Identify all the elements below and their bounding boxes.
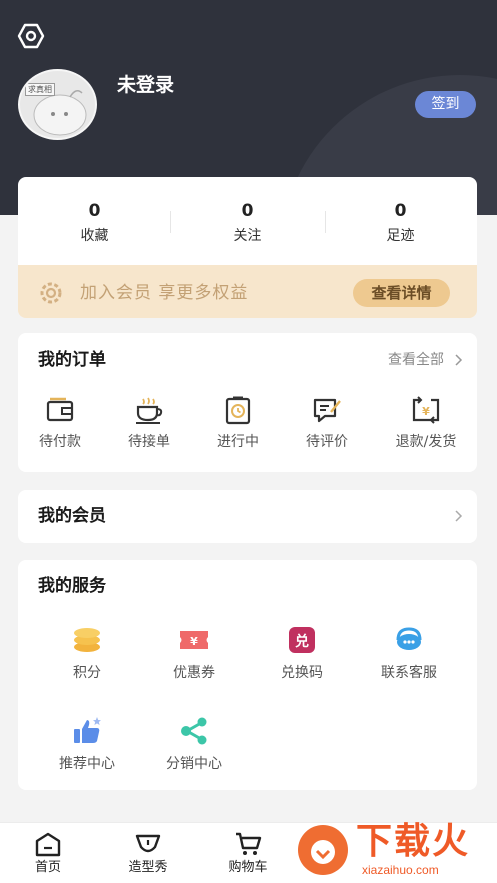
service-label: 分销中心: [166, 756, 222, 772]
membership-title: 我的会员: [38, 506, 106, 526]
coffee-cup-icon: [136, 397, 163, 424]
order-item-label: 进行中: [217, 434, 259, 450]
stat-value: 0: [88, 201, 101, 221]
coupon-icon: ¥: [180, 631, 208, 649]
stat-label: 足迹: [386, 228, 415, 244]
watermark-text: 下载火: [356, 821, 471, 862]
order-item-label: 待接单: [128, 434, 170, 450]
service-coupons[interactable]: ¥ 优惠券: [149, 624, 239, 682]
stat-value: 0: [241, 201, 254, 221]
stat-following[interactable]: 0 关注: [171, 177, 324, 265]
service-redeem-code[interactable]: 兑 兑换码: [257, 624, 347, 682]
member-banner[interactable]: 加入会员 享更多权益 查看详情: [18, 265, 477, 318]
tab-label: 购物车: [228, 860, 268, 875]
services-title: 我的服务: [38, 576, 106, 596]
tab-shopping-cart[interactable]: 购物车: [213, 831, 283, 876]
coins-icon: [74, 628, 100, 652]
service-points[interactable]: 积分: [42, 624, 132, 682]
svg-text:¥: ¥: [422, 405, 430, 418]
my-membership-row[interactable]: 我的会员: [18, 490, 477, 543]
tab-label: 首页: [34, 860, 61, 875]
headset-icon: [396, 627, 422, 650]
service-distribution-center[interactable]: 分销中心: [149, 715, 239, 773]
order-in-progress[interactable]: 进行中: [203, 395, 273, 451]
refund-yen-icon: ¥: [412, 396, 440, 424]
tab-home[interactable]: 首页: [13, 831, 83, 876]
stat-favorites[interactable]: 0 收藏: [18, 177, 171, 265]
show-icon: [135, 834, 161, 853]
svg-text:兑: 兑: [295, 633, 309, 650]
service-label: 联系客服: [381, 665, 437, 681]
chevron-right-icon[interactable]: [451, 509, 465, 523]
service-label: 推荐中心: [59, 756, 115, 772]
member-banner-text: 加入会员 享更多权益: [80, 283, 249, 303]
service-label: 积分: [73, 665, 101, 681]
stat-label: 关注: [233, 228, 262, 244]
tab-label: 造型秀: [128, 860, 168, 875]
chevron-right-icon[interactable]: [451, 353, 465, 367]
thumbs-up-icon: [74, 717, 101, 743]
stat-history[interactable]: 0 足迹: [324, 177, 477, 265]
watermark-url: xiazaihuo.com: [362, 863, 439, 877]
stats-card: 0 收藏 0 关注 0 足迹: [18, 177, 477, 265]
redeem-code-icon: 兑: [289, 627, 315, 653]
avatar-tag: 求真相: [25, 83, 55, 96]
view-details-button[interactable]: 查看详情: [353, 279, 450, 307]
checkin-button[interactable]: 签到: [415, 91, 476, 118]
order-item-label: 待评价: [306, 434, 348, 450]
xiazaihuo-watermark: 下载火 xiazaihuo.com: [292, 820, 497, 883]
cart-icon: [236, 832, 262, 855]
order-item-label: 退款/发货: [395, 434, 457, 450]
service-contact-support[interactable]: 联系客服: [364, 624, 454, 682]
service-recommend-center[interactable]: 推荐中心: [42, 715, 132, 773]
share-icon: [181, 717, 207, 745]
clipboard-clock-icon: [225, 396, 251, 425]
tab-style-show[interactable]: 造型秀: [113, 831, 183, 876]
order-pending-payment[interactable]: 待付款: [25, 395, 95, 451]
orders-title: 我的订单: [38, 350, 106, 370]
member-badge-icon: [40, 282, 62, 304]
wallet-icon: [46, 397, 74, 422]
avatar[interactable]: 求真相: [18, 69, 97, 140]
avatar-cartoon-icon: [33, 90, 87, 136]
view-all-orders-link[interactable]: 查看全部: [388, 351, 444, 369]
stat-label: 收藏: [80, 228, 109, 244]
services-card: 我的服务 积分 ¥ 优惠券 兑 兑换码 联系客服 推荐中心 分销中心: [18, 560, 477, 790]
order-item-label: 待付款: [39, 434, 81, 450]
order-pending-accept[interactable]: 待接单: [114, 395, 184, 451]
svg-text:¥: ¥: [190, 635, 198, 648]
home-icon: [35, 832, 61, 857]
settings-icon[interactable]: [17, 22, 45, 50]
username-label[interactable]: 未登录: [117, 72, 174, 98]
stat-value: 0: [394, 201, 407, 221]
service-label: 兑换码: [281, 665, 323, 681]
order-pending-review[interactable]: 待评价: [292, 395, 362, 451]
order-refund-shipping[interactable]: ¥ 退款/发货: [386, 395, 466, 451]
service-label: 优惠券: [173, 665, 215, 681]
orders-card: 我的订单 查看全部 待付款 待接单 进行中 待评价 ¥ 退款/发货: [18, 333, 477, 472]
review-pen-icon: [313, 398, 341, 423]
watermark-logo-icon: [298, 825, 348, 875]
